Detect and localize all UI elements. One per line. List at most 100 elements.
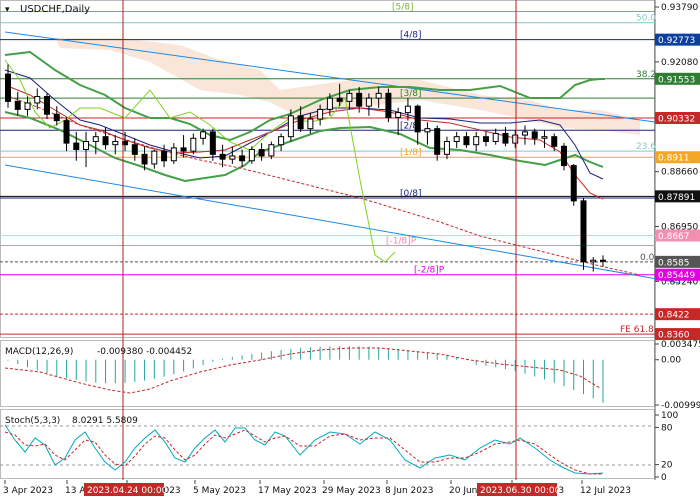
price-badge-label-6: 0.90332 bbox=[658, 114, 695, 124]
ichimoku-cloud bbox=[55, 38, 640, 135]
candle-body-60 bbox=[590, 259, 597, 263]
candle-body-16 bbox=[161, 150, 168, 162]
level-label-8: [1/8] bbox=[400, 148, 422, 158]
candle-body-36 bbox=[356, 92, 363, 107]
candle-body-37 bbox=[365, 97, 372, 107]
macd-axis: 0.003475 0.00 -0.009992 bbox=[655, 340, 700, 411]
candle-body-52 bbox=[512, 134, 519, 144]
chart-window: [5/8] 50.0 [4/8] 38.2 [3/8] [2/8] 23.6 [1/8] [0/… bbox=[0, 0, 700, 500]
candle-body-5 bbox=[53, 113, 60, 122]
candle-body-0 bbox=[5, 73, 11, 102]
macd-tick-label-2: -0.009992 bbox=[661, 401, 700, 411]
candle-body-42 bbox=[414, 105, 421, 133]
candle-body-13 bbox=[131, 144, 138, 155]
candle-body-3 bbox=[34, 96, 41, 104]
candle-body-25 bbox=[248, 149, 255, 162]
time-label-6: 8 Jun 2023 bbox=[385, 486, 433, 496]
chart-menu-icon[interactable]: ▾ bbox=[5, 5, 10, 15]
level-label-13: 0.0 bbox=[640, 253, 655, 263]
level-label-14: [-2/8]P bbox=[414, 266, 445, 276]
candle-body-59 bbox=[580, 200, 587, 263]
macd-signal-line bbox=[4, 347, 601, 394]
candle-body-20 bbox=[200, 131, 207, 139]
candle-body-7 bbox=[73, 142, 80, 151]
candle-body-8 bbox=[83, 140, 90, 151]
candle-body-39 bbox=[385, 92, 392, 118]
date-marker-label-1: 2023.06.30 00:00 bbox=[480, 486, 561, 496]
price-badge-label-9: 0.87891 bbox=[658, 193, 695, 203]
price-pane-frame bbox=[0, 0, 655, 338]
candle-body-28 bbox=[278, 136, 285, 146]
candle-body-21 bbox=[209, 131, 216, 155]
candle-body-38 bbox=[375, 92, 382, 99]
price-badge-label-15: 0.8422 bbox=[658, 311, 690, 321]
price-tick-label-3: 0.88660 bbox=[661, 168, 698, 178]
candle-body-19 bbox=[190, 137, 197, 152]
time-label-4: 17 May 2023 bbox=[258, 486, 317, 496]
candle-body-27 bbox=[268, 144, 275, 157]
candle-body-54 bbox=[531, 131, 538, 139]
price-tick-label-0: 0.93790 bbox=[661, 3, 698, 13]
candle-body-51 bbox=[502, 132, 509, 144]
candle-body-10 bbox=[102, 136, 109, 146]
candle-body-11 bbox=[112, 140, 119, 146]
candle-body-6 bbox=[63, 120, 70, 144]
candle-body-33 bbox=[326, 97, 333, 110]
price-badge-label-11: 0.8667 bbox=[658, 232, 690, 242]
stoch-signal-line bbox=[4, 429, 603, 475]
level-label-12: [-1/8]P bbox=[386, 236, 417, 246]
stoch-params: 8.0291 5.5809 bbox=[72, 416, 138, 426]
level-label-4: [3/8] bbox=[400, 89, 422, 99]
candle-body-15 bbox=[151, 150, 158, 165]
macd-tick-label-0: 0.003475 bbox=[661, 340, 700, 350]
price-tick-label-1: 0.92080 bbox=[661, 58, 698, 68]
candle-body-43 bbox=[424, 128, 431, 133]
candle-body-47 bbox=[463, 136, 470, 146]
stoch-tick-label-2: 20 bbox=[661, 461, 673, 471]
level-label-10: [0/8] bbox=[400, 189, 422, 199]
candle-body-50 bbox=[492, 132, 499, 142]
chart-title: USDCHF,Daily bbox=[20, 4, 90, 15]
price-badge-label-14: 0.85449 bbox=[658, 271, 695, 281]
candle-body-49 bbox=[482, 136, 489, 142]
candle-body-26 bbox=[258, 149, 265, 157]
candle-body-35 bbox=[346, 92, 353, 102]
candle-body-46 bbox=[453, 136, 460, 142]
stoch-tick-label-3: 0 bbox=[661, 473, 667, 483]
candle-body-53 bbox=[521, 131, 528, 136]
cloud-area bbox=[55, 38, 640, 135]
level-label-2: [4/8] bbox=[400, 31, 422, 41]
price-badges: 0.92773 0.91553 0.90332 0.8911 0.87891 0.8667… bbox=[655, 33, 700, 341]
stoch-axis: 100 80 20 0 bbox=[655, 411, 678, 483]
candle-body-56 bbox=[551, 136, 558, 147]
candle-body-2 bbox=[24, 102, 31, 110]
candle-body-31 bbox=[307, 118, 314, 130]
level-label-0: [5/8] bbox=[392, 2, 414, 12]
macd-title: MACD(12,26,9) bbox=[5, 347, 73, 357]
candle-body-41 bbox=[404, 105, 411, 114]
stoch-title: Stoch(5,3,3) bbox=[5, 416, 60, 426]
time-label-3: 5 May 2023 bbox=[193, 486, 246, 496]
candle-body-24 bbox=[239, 155, 246, 162]
macd-tick-label-1: 0.00 bbox=[661, 356, 681, 366]
stoch-main-line bbox=[4, 424, 604, 475]
envelope-line bbox=[4, 69, 604, 180]
candle-body-1 bbox=[14, 100, 21, 110]
candle-body-30 bbox=[297, 115, 304, 130]
candle-body-29 bbox=[287, 115, 294, 138]
price-badge-label-13: 0.8585 bbox=[658, 258, 690, 268]
channel-lower-line bbox=[4, 164, 681, 284]
level-label-7: 23.6 bbox=[636, 142, 656, 152]
candle-body-34 bbox=[336, 97, 343, 102]
candle-body-48 bbox=[473, 136, 480, 146]
time-label-0: 3 Apr 2023 bbox=[3, 486, 53, 496]
price-badge-label-2: 0.92773 bbox=[658, 36, 695, 46]
candle-body-32 bbox=[317, 108, 324, 120]
candle-body-22 bbox=[219, 153, 226, 160]
time-label-9: 12 Jul 2023 bbox=[580, 486, 631, 496]
time-label-5: 29 May 2023 bbox=[322, 486, 381, 496]
candle-body-9 bbox=[92, 136, 99, 142]
level-label-3: 38.2 bbox=[636, 70, 656, 80]
candle-body-17 bbox=[170, 147, 177, 162]
candle-body-14 bbox=[141, 153, 148, 165]
